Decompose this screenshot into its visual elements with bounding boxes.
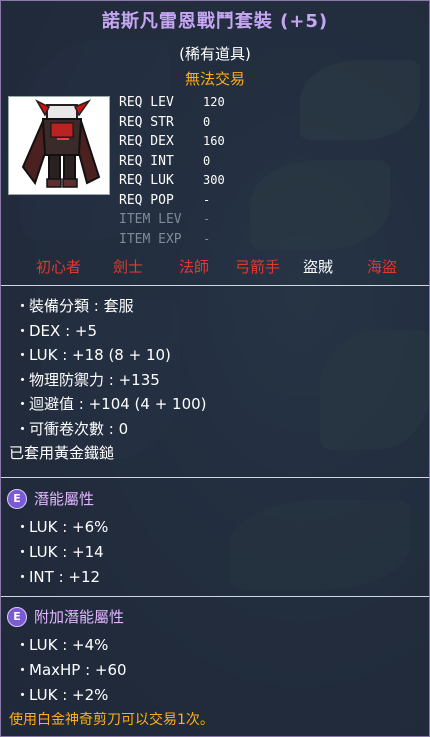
requirement-label: ITEM LEV bbox=[119, 212, 182, 227]
stat-text: DEX : +5 bbox=[29, 321, 98, 340]
stat-line: ・DEX : +5 bbox=[15, 320, 97, 341]
stat-line: ・迴避值 : +104 (4 + 100) bbox=[15, 393, 207, 414]
requirement-label: REQ LUK bbox=[119, 173, 174, 188]
requirement-value: 120 bbox=[203, 95, 225, 109]
bullet-icon: ・ bbox=[15, 395, 31, 413]
bullet-icon: ・ bbox=[15, 419, 31, 438]
potential-header: E 潛能屬性 bbox=[7, 488, 94, 509]
bullet-icon: ・ bbox=[15, 297, 31, 315]
stat-text: LUK : +18 (8 + 10) bbox=[29, 346, 171, 364]
requirement-row: ITEM LEV - bbox=[119, 212, 225, 232]
requirement-value: 0 bbox=[203, 153, 211, 168]
epic-grade-badge-icon: E bbox=[7, 488, 27, 509]
stat-text: 可衝卷次數 : 0 bbox=[29, 419, 129, 438]
bullet-icon: ・ bbox=[15, 661, 31, 679]
stat-line: ・LUK : +18 (8 + 10) bbox=[15, 344, 171, 365]
stat-line: ・物理防禦力 : +135 bbox=[15, 369, 160, 390]
bullet-icon: ・ bbox=[15, 518, 31, 536]
requirement-row: REQ INT 0 bbox=[119, 154, 225, 174]
bullet-icon: ・ bbox=[15, 568, 31, 586]
job-label: 盜賊 bbox=[303, 258, 334, 276]
requirements-list: REQ LEV 120 REQ STR 0 REQ DEX 160 REQ INT 0 REQ … bbox=[119, 95, 225, 251]
job-label: 弓箭手 bbox=[235, 258, 281, 276]
stat-line: ・可衝卷次數 : 0 bbox=[15, 418, 128, 439]
requirement-value: 0 bbox=[203, 114, 211, 129]
bullet-icon: ・ bbox=[15, 543, 31, 561]
job-label: 法師 bbox=[179, 258, 210, 276]
divider bbox=[1, 596, 429, 597]
stat-line: ・LUK : +6% bbox=[15, 516, 108, 537]
stat-line: ・LUK : +14 bbox=[15, 541, 104, 562]
bullet-icon: ・ bbox=[15, 636, 31, 654]
stat-line: ・裝備分類 : 套服 bbox=[15, 295, 134, 316]
stat-text: MaxHP : +60 bbox=[29, 661, 127, 679]
requirement-label: REQ STR bbox=[119, 114, 174, 130]
item-image-frame bbox=[8, 96, 110, 195]
bullet-icon: ・ bbox=[15, 321, 31, 340]
requirement-value: 160 bbox=[203, 134, 225, 148]
stat-text: 物理防禦力 : +135 bbox=[29, 370, 160, 389]
item-name: 諾斯凡雷恩戰鬥套裝 (+5) bbox=[101, 11, 329, 32]
stat-text: LUK : +4% bbox=[29, 636, 109, 654]
bonus-potential-header: E 附加潛能屬性 bbox=[7, 606, 124, 627]
stat-text: LUK : +2% bbox=[29, 686, 109, 704]
requirement-row: REQ STR 0 bbox=[119, 115, 225, 135]
requirement-value: - bbox=[203, 212, 211, 226]
divider bbox=[1, 477, 429, 478]
item-rarity: (稀有道具) bbox=[179, 45, 251, 63]
requirement-row: REQ LEV 120 bbox=[119, 95, 225, 115]
protection-note: 已套用黃金鐵鎚 bbox=[9, 444, 115, 462]
epic-grade-badge-icon: E bbox=[7, 606, 27, 627]
requirement-row: REQ DEX 160 bbox=[119, 134, 225, 154]
rain-battle-overall-icon bbox=[21, 99, 101, 188]
job-label: 劍士 bbox=[113, 258, 144, 276]
potential-title: 潛能屬性 bbox=[34, 490, 95, 508]
stat-line: ・LUK : +2% bbox=[15, 684, 108, 705]
requirement-value: 300 bbox=[203, 173, 225, 187]
bullet-icon: ・ bbox=[15, 370, 31, 389]
requirement-value: - bbox=[203, 192, 211, 207]
stat-text: LUK : +14 bbox=[29, 543, 104, 561]
stat-text: 迴避值 : +104 (4 + 100) bbox=[29, 395, 207, 413]
requirement-label: REQ LEV bbox=[119, 95, 174, 110]
requirement-label: REQ DEX bbox=[119, 134, 174, 149]
stat-text: 裝備分類 : 套服 bbox=[29, 297, 134, 315]
divider bbox=[1, 285, 429, 286]
requirement-row: ITEM EXP - bbox=[119, 232, 225, 252]
trade-status: 無法交易 bbox=[184, 70, 245, 88]
stat-line: ・MaxHP : +60 bbox=[15, 659, 127, 680]
bullet-icon: ・ bbox=[15, 686, 31, 704]
job-label: 海盜 bbox=[367, 258, 398, 276]
bullet-icon: ・ bbox=[15, 346, 31, 364]
requirement-label: ITEM EXP bbox=[119, 231, 182, 247]
scissors-note: 使用白金神奇剪刀可以交易1次。 bbox=[9, 712, 214, 728]
requirement-row: REQ POP - bbox=[119, 193, 225, 213]
job-label: 初心者 bbox=[36, 258, 82, 276]
stat-line: ・LUK : +4% bbox=[15, 634, 108, 655]
stat-text: INT : +12 bbox=[29, 568, 101, 586]
requirement-value: - bbox=[203, 231, 211, 246]
requirement-label: REQ INT bbox=[119, 153, 174, 169]
requirement-row: REQ LUK 300 bbox=[119, 173, 225, 193]
requirement-label: REQ POP bbox=[119, 192, 174, 208]
stat-text: LUK : +6% bbox=[29, 518, 109, 536]
stat-line: ・INT : +12 bbox=[15, 566, 100, 587]
item-tooltip: 諾斯凡雷恩戰鬥套裝 (+5) (稀有道具) 無法交易 REQ LEV 120 REQ… bbox=[0, 0, 430, 737]
bonus-potential-title: 附加潛能屬性 bbox=[34, 608, 125, 626]
